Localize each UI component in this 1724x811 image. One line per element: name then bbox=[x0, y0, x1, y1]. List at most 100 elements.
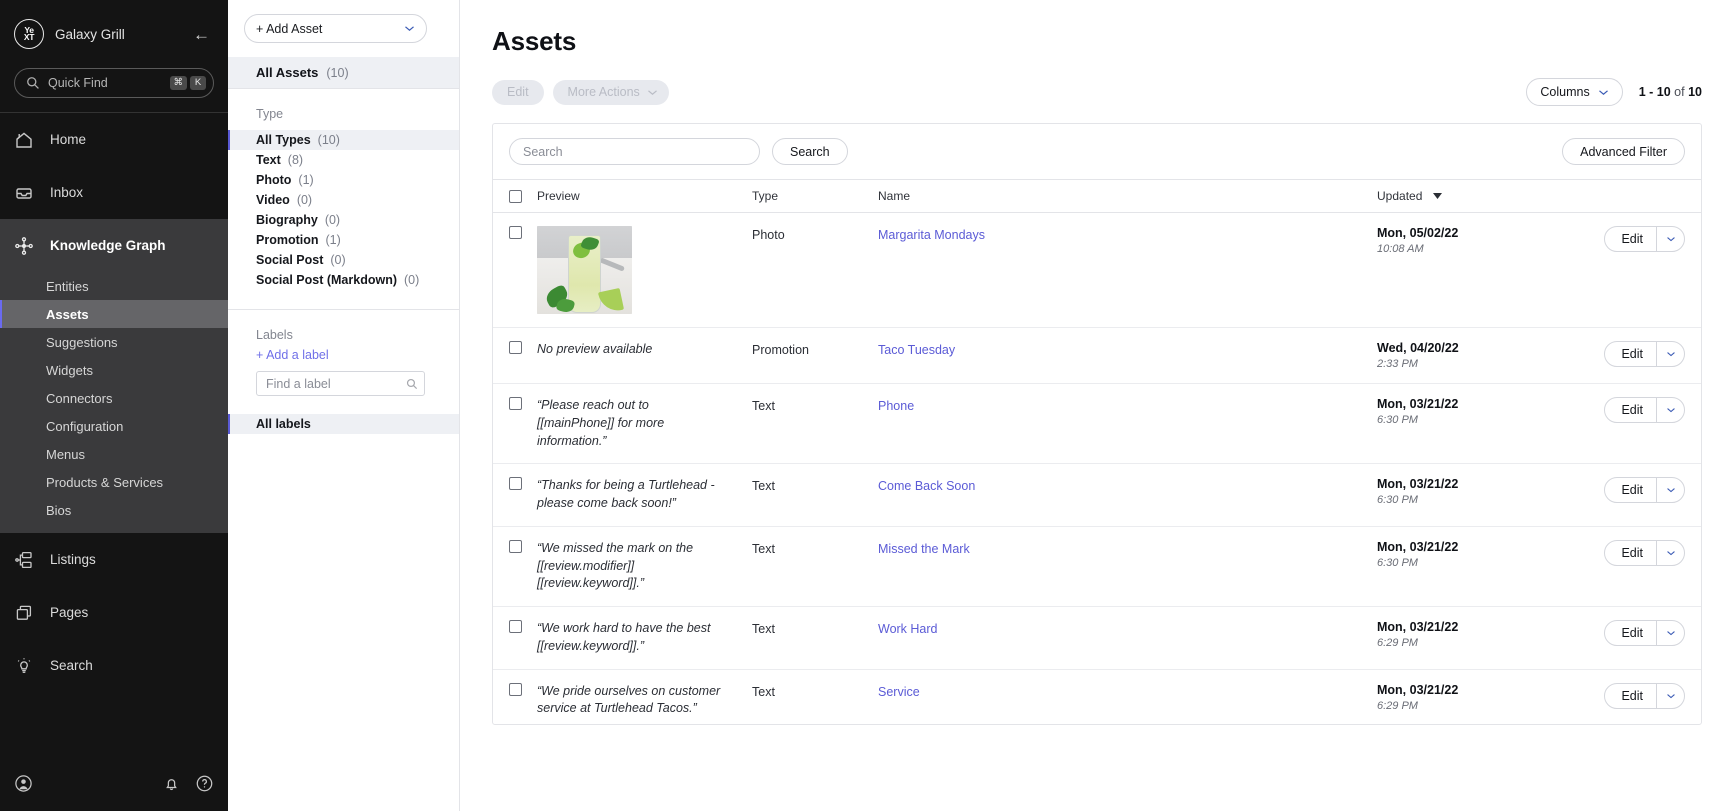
select-all-checkbox[interactable] bbox=[509, 190, 522, 203]
sidebar-item-configuration[interactable]: Configuration bbox=[0, 412, 228, 440]
columns-button[interactable]: Columns bbox=[1526, 78, 1622, 106]
quick-find-shortcut: ⌘ K bbox=[170, 76, 207, 90]
row-actions-cell: Edit bbox=[1591, 526, 1701, 606]
sidebar-item-knowledge-graph[interactable]: Knowledge Graph bbox=[0, 219, 228, 272]
row-edit-split-button[interactable]: Edit bbox=[1604, 226, 1685, 252]
asset-name-link[interactable]: Margarita Mondays bbox=[878, 228, 985, 242]
row-type: Text bbox=[752, 399, 775, 413]
table-row[interactable]: No preview available Promotion Taco Tues… bbox=[493, 328, 1701, 384]
row-edit-dropdown[interactable] bbox=[1656, 342, 1684, 366]
row-updated-cell: Mon, 03/21/22 6:30 PM bbox=[1377, 384, 1591, 464]
account-name: Galaxy Grill bbox=[55, 27, 178, 42]
facet-social-post[interactable]: Social Post (0) bbox=[228, 250, 459, 270]
sidebar-item-home[interactable]: Home bbox=[0, 113, 228, 166]
facet-text[interactable]: Text (8) bbox=[228, 150, 459, 170]
sidebar-item-search[interactable]: Search bbox=[0, 639, 228, 692]
row-edit-split-button[interactable]: Edit bbox=[1604, 540, 1685, 566]
sidebar-item-listings[interactable]: Listings bbox=[0, 533, 228, 586]
table-row[interactable]: Photo Margarita Mondays Mon, 05/02/22 10… bbox=[493, 213, 1701, 328]
sidebar-item-widgets[interactable]: Widgets bbox=[0, 356, 228, 384]
page-title: Assets bbox=[460, 0, 1724, 57]
add-asset-button[interactable]: + Add Asset bbox=[244, 14, 427, 43]
search-input[interactable]: Search bbox=[509, 138, 760, 165]
row-edit-dropdown[interactable] bbox=[1656, 478, 1684, 502]
row-edit-split-button[interactable]: Edit bbox=[1604, 683, 1685, 709]
header-updated[interactable]: Updated bbox=[1377, 180, 1591, 213]
table-row[interactable]: “We work hard to have the best [[review.… bbox=[493, 607, 1701, 670]
row-checkbox[interactable] bbox=[509, 477, 522, 490]
row-edit-split-button[interactable]: Edit bbox=[1604, 620, 1685, 646]
row-select-cell bbox=[493, 607, 537, 670]
sidebar-item-bios[interactable]: Bios bbox=[0, 496, 228, 524]
facet-biography[interactable]: Biography (0) bbox=[228, 210, 459, 230]
sidebar-header: Ye XT Galaxy Grill ← Quick Find ⌘ K bbox=[0, 0, 228, 98]
account-icon[interactable] bbox=[14, 774, 33, 793]
row-edit-dropdown[interactable] bbox=[1656, 227, 1684, 251]
sidebar-item-menus[interactable]: Menus bbox=[0, 440, 228, 468]
edit-button[interactable]: Edit bbox=[492, 80, 544, 105]
header-name[interactable]: Name bbox=[878, 180, 1377, 213]
row-type: Photo bbox=[752, 228, 785, 242]
table-row[interactable]: “Please reach out to [[mainPhone]] for m… bbox=[493, 384, 1701, 464]
row-edit-split-button[interactable]: Edit bbox=[1604, 397, 1685, 423]
row-updated-cell: Mon, 03/21/22 6:29 PM bbox=[1377, 669, 1591, 724]
row-checkbox[interactable] bbox=[509, 397, 522, 410]
action-bar-right: Columns 1 - 10 of 10 bbox=[1526, 78, 1702, 106]
row-checkbox[interactable] bbox=[509, 620, 522, 633]
table-row[interactable]: “Thanks for being a Turtlehead - please … bbox=[493, 464, 1701, 527]
row-checkbox[interactable] bbox=[509, 226, 522, 239]
sidebar-item-assets[interactable]: Assets bbox=[0, 300, 228, 328]
bell-icon[interactable] bbox=[162, 774, 181, 793]
sidebar-item-pages[interactable]: Pages bbox=[0, 586, 228, 639]
facet-count: (0) bbox=[325, 213, 340, 227]
row-edit-dropdown[interactable] bbox=[1656, 684, 1684, 708]
row-edit-dropdown[interactable] bbox=[1656, 398, 1684, 422]
help-icon[interactable] bbox=[195, 774, 214, 793]
sidebar-item-entities[interactable]: Entities bbox=[0, 272, 228, 300]
facet-video[interactable]: Video (0) bbox=[228, 190, 459, 210]
row-checkbox[interactable] bbox=[509, 341, 522, 354]
facet-promotion[interactable]: Promotion (1) bbox=[228, 230, 459, 250]
asset-name-link[interactable]: Phone bbox=[878, 399, 914, 413]
sidebar-item-suggestions[interactable]: Suggestions bbox=[0, 328, 228, 356]
search-button[interactable]: Search bbox=[772, 138, 848, 165]
quick-find-input[interactable]: Quick Find ⌘ K bbox=[14, 68, 214, 98]
asset-name-link[interactable]: Work Hard bbox=[878, 622, 938, 636]
row-checkbox[interactable] bbox=[509, 540, 522, 553]
asset-name-link[interactable]: Service bbox=[878, 685, 920, 699]
facet-photo[interactable]: Photo (1) bbox=[228, 170, 459, 190]
table-row[interactable]: “We missed the mark on the [[review.modi… bbox=[493, 526, 1701, 606]
row-edit-dropdown[interactable] bbox=[1656, 621, 1684, 645]
arrow-left-icon[interactable]: ← bbox=[189, 24, 214, 45]
advanced-filter-button[interactable]: Advanced Filter bbox=[1562, 138, 1685, 165]
asset-name-link[interactable]: Missed the Mark bbox=[878, 542, 970, 556]
main-content: Assets Edit More Actions Columns 1 - 10 … bbox=[460, 0, 1724, 811]
add-a-label-link[interactable]: + Add a label bbox=[228, 348, 329, 362]
find-label-input[interactable]: Find a label bbox=[256, 371, 425, 396]
row-edit-split-button[interactable]: Edit bbox=[1604, 341, 1685, 367]
table-row[interactable]: “We pride ourselves on customer service … bbox=[493, 669, 1701, 724]
sidebar-subitem-label: Configuration bbox=[46, 419, 123, 434]
facet-all-types[interactable]: All Types (10) bbox=[228, 130, 459, 150]
row-edit-dropdown[interactable] bbox=[1656, 541, 1684, 565]
asset-name-link[interactable]: Taco Tuesday bbox=[878, 343, 955, 357]
sidebar-item-label: Knowledge Graph bbox=[50, 238, 166, 253]
more-actions-button[interactable]: More Actions bbox=[553, 80, 669, 105]
header-preview[interactable]: Preview bbox=[537, 180, 752, 213]
sidebar-item-inbox[interactable]: Inbox bbox=[0, 166, 228, 219]
row-checkbox[interactable] bbox=[509, 683, 522, 696]
all-assets-filter[interactable]: All Assets (10) bbox=[228, 57, 459, 88]
row-edit-label: Edit bbox=[1605, 541, 1656, 565]
assets-table-scroll[interactable]: Preview Type Name Updated bbox=[493, 179, 1701, 724]
row-type-cell: Text bbox=[752, 607, 878, 670]
sidebar-item-connectors[interactable]: Connectors bbox=[0, 384, 228, 412]
sidebar-item-products-services[interactable]: Products & Services bbox=[0, 468, 228, 496]
sidebar-subitem-label: Suggestions bbox=[46, 335, 118, 350]
row-edit-split-button[interactable]: Edit bbox=[1604, 477, 1685, 503]
columns-button-label: Columns bbox=[1540, 85, 1589, 99]
header-type[interactable]: Type bbox=[752, 180, 878, 213]
row-preview-text: “We pride ourselves on customer service … bbox=[537, 683, 722, 719]
all-labels-filter[interactable]: All labels bbox=[228, 414, 459, 434]
asset-name-link[interactable]: Come Back Soon bbox=[878, 479, 975, 493]
facet-social-post-markdown[interactable]: Social Post (Markdown) (0) bbox=[228, 270, 459, 290]
